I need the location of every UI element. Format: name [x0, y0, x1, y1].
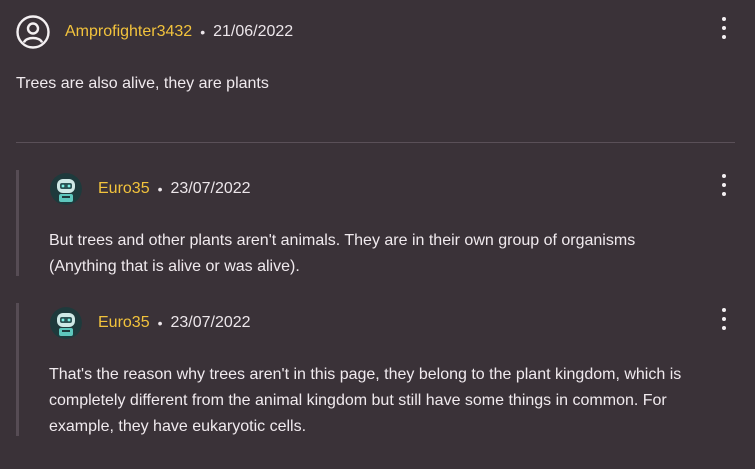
reply-date: 23/07/2022 — [170, 314, 251, 331]
meta-separator: • — [157, 315, 163, 331]
comment-thread: Amprofighter3432 • 21/06/2022 Trees are … — [0, 0, 755, 469]
comment-username[interactable]: Amprofighter3432 — [65, 23, 192, 41]
reply-text-line: completely different from the animal kin… — [49, 392, 667, 409]
reply-username[interactable]: Euro35 — [98, 314, 150, 332]
user-avatar[interactable] — [16, 15, 50, 54]
reply-text-line: example, they have eukaryotic cells. — [49, 418, 307, 435]
reply-username[interactable]: Euro35 — [98, 180, 150, 198]
reply-date: 23/07/2022 — [170, 180, 251, 197]
reply-thread-line — [16, 170, 19, 276]
reply-header: Euro35 • 23/07/2022 — [98, 314, 251, 332]
divider — [16, 142, 735, 143]
comment-header: Amprofighter3432 • 21/06/2022 — [65, 23, 293, 41]
robot-avatar-icon — [50, 173, 82, 205]
kebab-menu-icon — [722, 17, 726, 21]
reply-text: But trees and other plants aren't animal… — [49, 228, 635, 280]
reply-avatar[interactable] — [50, 307, 82, 344]
reply-text: That's the reason why trees aren't in th… — [49, 362, 681, 440]
comment-text: Trees are also alive, they are plants — [16, 75, 269, 92]
more-options-button[interactable] — [716, 174, 732, 196]
reply-thread-line — [16, 303, 19, 436]
kebab-menu-icon — [722, 308, 726, 312]
more-options-button[interactable] — [716, 308, 732, 330]
reply-text-line: But trees and other plants aren't animal… — [49, 232, 636, 249]
reply-header: Euro35 • 23/07/2022 — [98, 180, 251, 198]
reply-text-line: That's the reason why trees aren't in th… — [49, 366, 682, 383]
more-options-button[interactable] — [716, 17, 732, 39]
comment-date: 21/06/2022 — [213, 23, 294, 40]
meta-separator: • — [200, 24, 206, 40]
reply-text-line: (Anything that is alive or was alive). — [49, 258, 300, 275]
kebab-menu-icon — [722, 174, 726, 178]
reply-avatar[interactable] — [50, 173, 82, 210]
user-circle-icon — [16, 15, 50, 49]
robot-avatar-icon — [50, 307, 82, 339]
meta-separator: • — [157, 181, 163, 197]
